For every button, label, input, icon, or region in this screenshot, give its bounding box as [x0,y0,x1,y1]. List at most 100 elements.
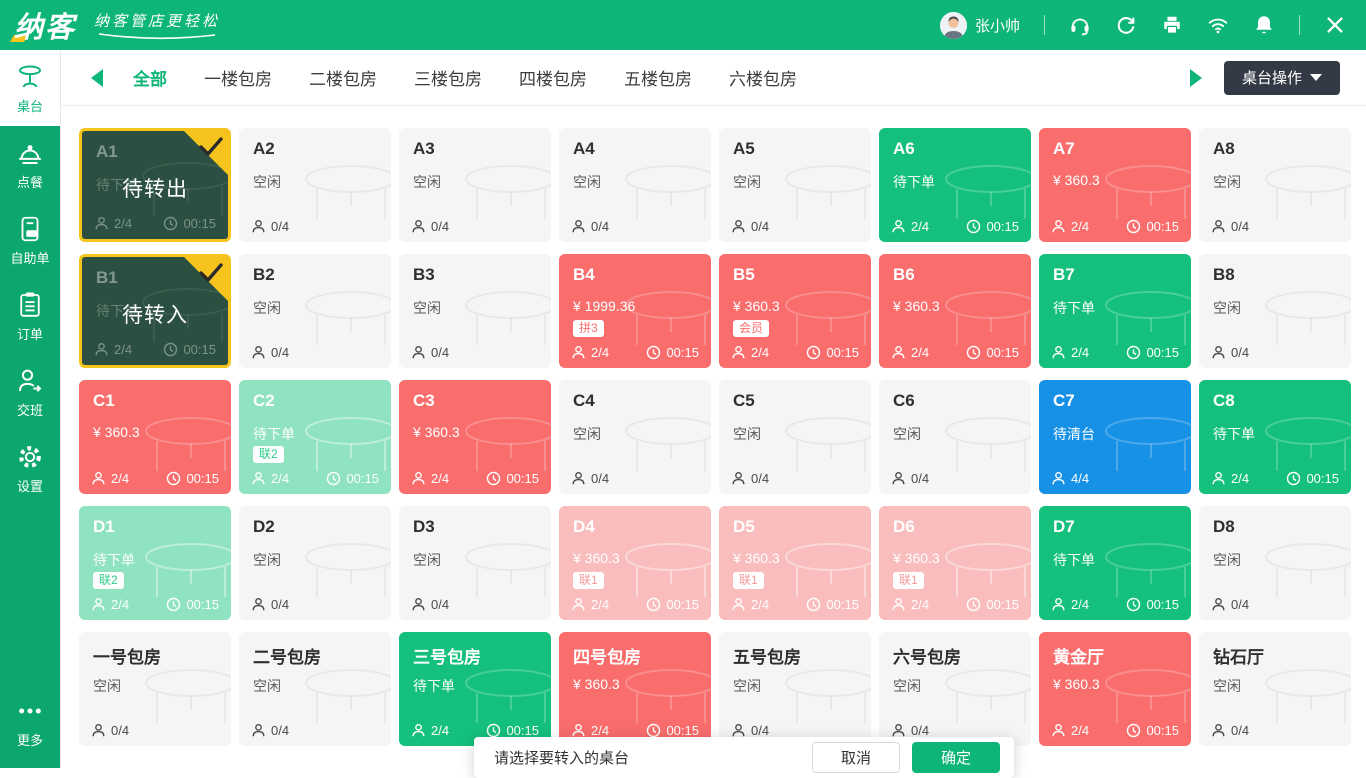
person-icon [891,345,906,360]
table-card[interactable]: B6 ¥ 360.3 2/4 0 [879,254,1031,368]
printer-icon[interactable] [1161,14,1183,36]
sidebar-item-tables[interactable]: 桌台 [0,50,60,126]
table-card[interactable]: A8 空闲 0/4 [1199,128,1351,242]
table-card[interactable]: 一号包房 空闲 0/4 [79,632,231,746]
occupancy-text: 0/4 [1231,597,1249,612]
elapsed-time: 00:15 [166,471,219,486]
sync-icon[interactable] [1115,14,1137,36]
user-chip[interactable]: 张小帅 [940,12,1020,39]
person-icon [94,216,109,231]
table-card[interactable]: D6 ¥ 360.3 联1 2/4 [879,506,1031,620]
table-name: C8 [1213,391,1235,411]
tab-7[interactable]: 六楼包房 [729,65,797,90]
table-status: 待下单 [1053,550,1095,570]
table-card[interactable]: D8 空闲 0/4 [1199,506,1351,620]
table-card[interactable]: C2 待下单 联2 2/4 00: [239,380,391,494]
table-name: D3 [413,517,435,537]
table-card[interactable]: A2 空闲 0/4 [239,128,391,242]
table-card-footer: 0/4 [879,463,1031,494]
table-name: C5 [733,391,755,411]
main-area: 全部 一楼包房 二楼包房 三楼包房 四楼包房 五楼包房 六楼包房 桌台操作 A1 待下单 待… [60,50,1366,768]
table-card[interactable]: 六号包房 空闲 0/4 [879,632,1031,746]
occupancy-text: 0/4 [591,219,609,234]
close-icon[interactable] [1324,14,1346,36]
table-card[interactable]: D4 ¥ 360.3 联1 2/4 [559,506,711,620]
elapsed-time-text: 00:15 [986,597,1019,612]
tab-2[interactable]: 一楼包房 [204,65,272,90]
table-card[interactable]: C7 待清台 4/4 [1039,380,1191,494]
table-card[interactable]: B2 空闲 0/4 [239,254,391,368]
table-name: C2 [253,391,275,411]
table-badge: 联2 [93,572,124,589]
table-card[interactable]: C3 ¥ 360.3 2/4 0 [399,380,551,494]
table-card[interactable]: C1 ¥ 360.3 2/4 0 [79,380,231,494]
occupancy: 2/4 [411,723,449,738]
sidebar-item-self-service[interactable]: 自助单 [0,202,60,278]
table-name: B3 [413,265,435,285]
table-badge: 会员 [733,320,769,337]
occupancy-text: 2/4 [431,471,449,486]
table-card[interactable]: D7 待下单 2/4 00:15 [1039,506,1191,620]
table-card[interactable]: 四号包房 ¥ 360.3 2/4 [559,632,711,746]
elapsed-time: 00:15 [486,471,539,486]
table-card[interactable]: 黄金厅 ¥ 360.3 2/4 [1039,632,1191,746]
table-card[interactable]: A1 待下单 待转出 2/4 [79,128,231,242]
sidebar-item-shift[interactable]: 交班 [0,354,60,430]
table-card[interactable]: D5 ¥ 360.3 联1 2/4 [719,506,871,620]
clipboard-icon [15,290,45,320]
table-card[interactable]: B1 待下单 待转入 2/4 [79,254,231,368]
table-card[interactable]: B5 ¥ 360.3 会员 2/4 [719,254,871,368]
table-card-footer: 0/4 [1199,337,1351,368]
tab-1[interactable]: 全部 [133,65,167,90]
table-card[interactable]: C6 空闲 0/4 [879,380,1031,494]
table-card[interactable]: C5 空闲 0/4 [719,380,871,494]
table-card[interactable]: C4 空闲 0/4 [559,380,711,494]
person-icon [411,723,426,738]
sidebar-item-order-food[interactable]: 点餐 [0,126,60,202]
table-card[interactable]: 五号包房 空闲 0/4 [719,632,871,746]
table-card[interactable]: D2 空闲 0/4 [239,506,391,620]
table-card[interactable]: B4 ¥ 1999.36 拼3 2/4 [559,254,711,368]
tab-6[interactable]: 五楼包房 [624,65,692,90]
table-card[interactable]: B3 空闲 0/4 [399,254,551,368]
sidebar-item-orders[interactable]: 订单 [0,278,60,354]
occupancy-text: 2/4 [1231,471,1249,486]
table-card-footer: 0/4 [1199,211,1351,242]
table-card[interactable]: A5 空闲 0/4 [719,128,871,242]
table-card[interactable]: 二号包房 空闲 0/4 [239,632,391,746]
tab-3[interactable]: 二楼包房 [309,65,377,90]
confirm-button[interactable]: 确定 [912,742,1000,773]
table-card[interactable]: A7 ¥ 360.3 2/4 0 [1039,128,1191,242]
wifi-icon[interactable] [1207,14,1229,36]
sidebar-item-label: 设置 [17,476,43,495]
bell-icon[interactable] [1253,14,1275,36]
tabs-scroll-left-icon[interactable] [91,69,103,87]
occupancy-text: 0/4 [1231,723,1249,738]
table-card[interactable]: A3 空闲 0/4 [399,128,551,242]
table-card[interactable]: 钻石厅 空闲 0/4 [1199,632,1351,746]
occupancy-text: 0/4 [431,597,449,612]
table-actions-button[interactable]: 桌台操作 [1224,61,1340,95]
table-card[interactable]: D3 空闲 0/4 [399,506,551,620]
table-card[interactable]: C8 待下单 2/4 00:15 [1199,380,1351,494]
table-card-footer: 2/4 00:15 [1039,337,1191,368]
table-card[interactable]: A6 待下单 2/4 00:15 [879,128,1031,242]
sidebar-item-more[interactable]: 更多 [0,684,60,760]
table-card[interactable]: 三号包房 待下单 2/4 00: [399,632,551,746]
table-card[interactable]: B8 空闲 0/4 [1199,254,1351,368]
check-icon [198,136,224,158]
tab-5[interactable]: 四楼包房 [519,65,587,90]
person-icon [251,219,266,234]
table-card[interactable]: B7 待下单 2/4 00:15 [1039,254,1191,368]
elapsed-time: 00:15 [1286,471,1339,486]
occupancy: 2/4 [731,345,769,360]
table-card[interactable]: A4 空闲 0/4 [559,128,711,242]
shift-person-icon [15,366,45,396]
sidebar-item-settings[interactable]: 设置 [0,430,60,506]
support-headset-icon[interactable] [1069,14,1091,36]
table-card[interactable]: D1 待下单 联2 2/4 00: [79,506,231,620]
tab-4[interactable]: 三楼包房 [414,65,482,90]
table-status: 空闲 [1213,550,1241,570]
cancel-button[interactable]: 取消 [812,742,900,773]
tabs-scroll-right-icon[interactable] [1190,69,1202,87]
